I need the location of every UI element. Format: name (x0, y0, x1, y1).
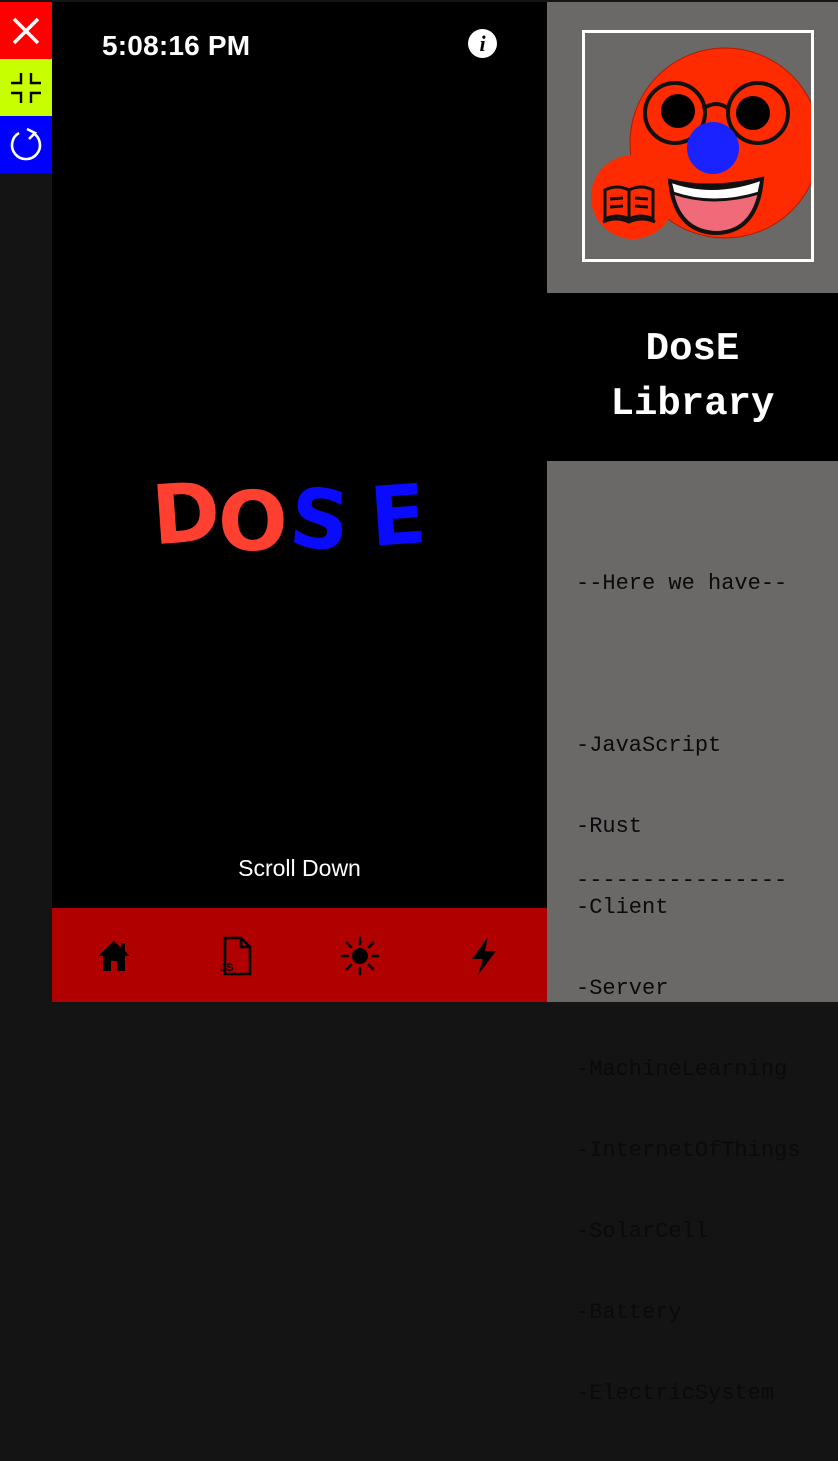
js-file-icon: JS (220, 936, 252, 976)
topic-divider: ---------------- (576, 868, 788, 893)
topic-battery[interactable]: -Battery (576, 1299, 800, 1326)
mascot-logo-icon (591, 47, 821, 239)
scroll-down-hint[interactable]: Scroll Down (52, 855, 547, 882)
topic-rust[interactable]: -Rust (576, 813, 800, 840)
library-title-box: DosE Library (547, 293, 838, 461)
reload-button[interactable] (0, 116, 52, 173)
library-sidebar: DosE Library --Here we have-- -JavaScrip… (547, 2, 838, 1406)
bottom-nav: JS (52, 908, 547, 1002)
topic-machine-learning[interactable]: -MachineLearning (576, 1056, 800, 1083)
close-button[interactable] (0, 2, 52, 59)
close-icon (12, 17, 40, 44)
topic-list-intro: --Here we have-- (576, 571, 788, 596)
window-controls (0, 0, 52, 1002)
info-button[interactable]: i (468, 29, 497, 58)
topic-javascript[interactable]: -JavaScript (576, 732, 800, 759)
library-logo-frame[interactable] (582, 30, 821, 262)
topic-solar-cell[interactable]: -SolarCell (576, 1218, 800, 1245)
refresh-icon (10, 127, 42, 160)
wordmark-letter-e: E (366, 467, 430, 566)
shrink-icon (11, 72, 41, 103)
topic-list: --Here we have-- -JavaScript -Rust -Clie… (576, 516, 800, 1461)
topic-internet-of-things[interactable]: -InternetOfThings (576, 1137, 800, 1164)
wordmark-letter-s: S (285, 470, 354, 571)
js-file-label: JS (220, 962, 233, 974)
topic-client[interactable]: -Client (576, 894, 800, 921)
nav-power-button[interactable] (462, 934, 506, 978)
nav-theme-button[interactable] (338, 934, 382, 978)
wordmark-letter-o: O (218, 475, 288, 570)
nav-home-button[interactable] (92, 934, 136, 978)
library-title-line2: Library (610, 382, 775, 426)
info-icon: i (479, 30, 486, 56)
main-panel: 5:08:16 PM i D O S E Scroll Down (52, 2, 547, 908)
sun-icon (340, 936, 380, 976)
topic-server[interactable]: -Server (576, 975, 800, 1002)
library-title: DosE Library (611, 322, 775, 432)
clock: 5:08:16 PM (102, 30, 251, 61)
library-title-line1: DosE (645, 327, 740, 371)
home-icon (98, 941, 130, 971)
lightning-icon (472, 937, 496, 975)
topic-list-spacer (576, 651, 800, 678)
wordmark-letter-d: D (148, 464, 224, 565)
nav-js-button[interactable]: JS (214, 934, 258, 978)
topic-electric-system[interactable]: -ElectricSystem (576, 1380, 800, 1407)
minimize-button[interactable] (0, 59, 52, 116)
